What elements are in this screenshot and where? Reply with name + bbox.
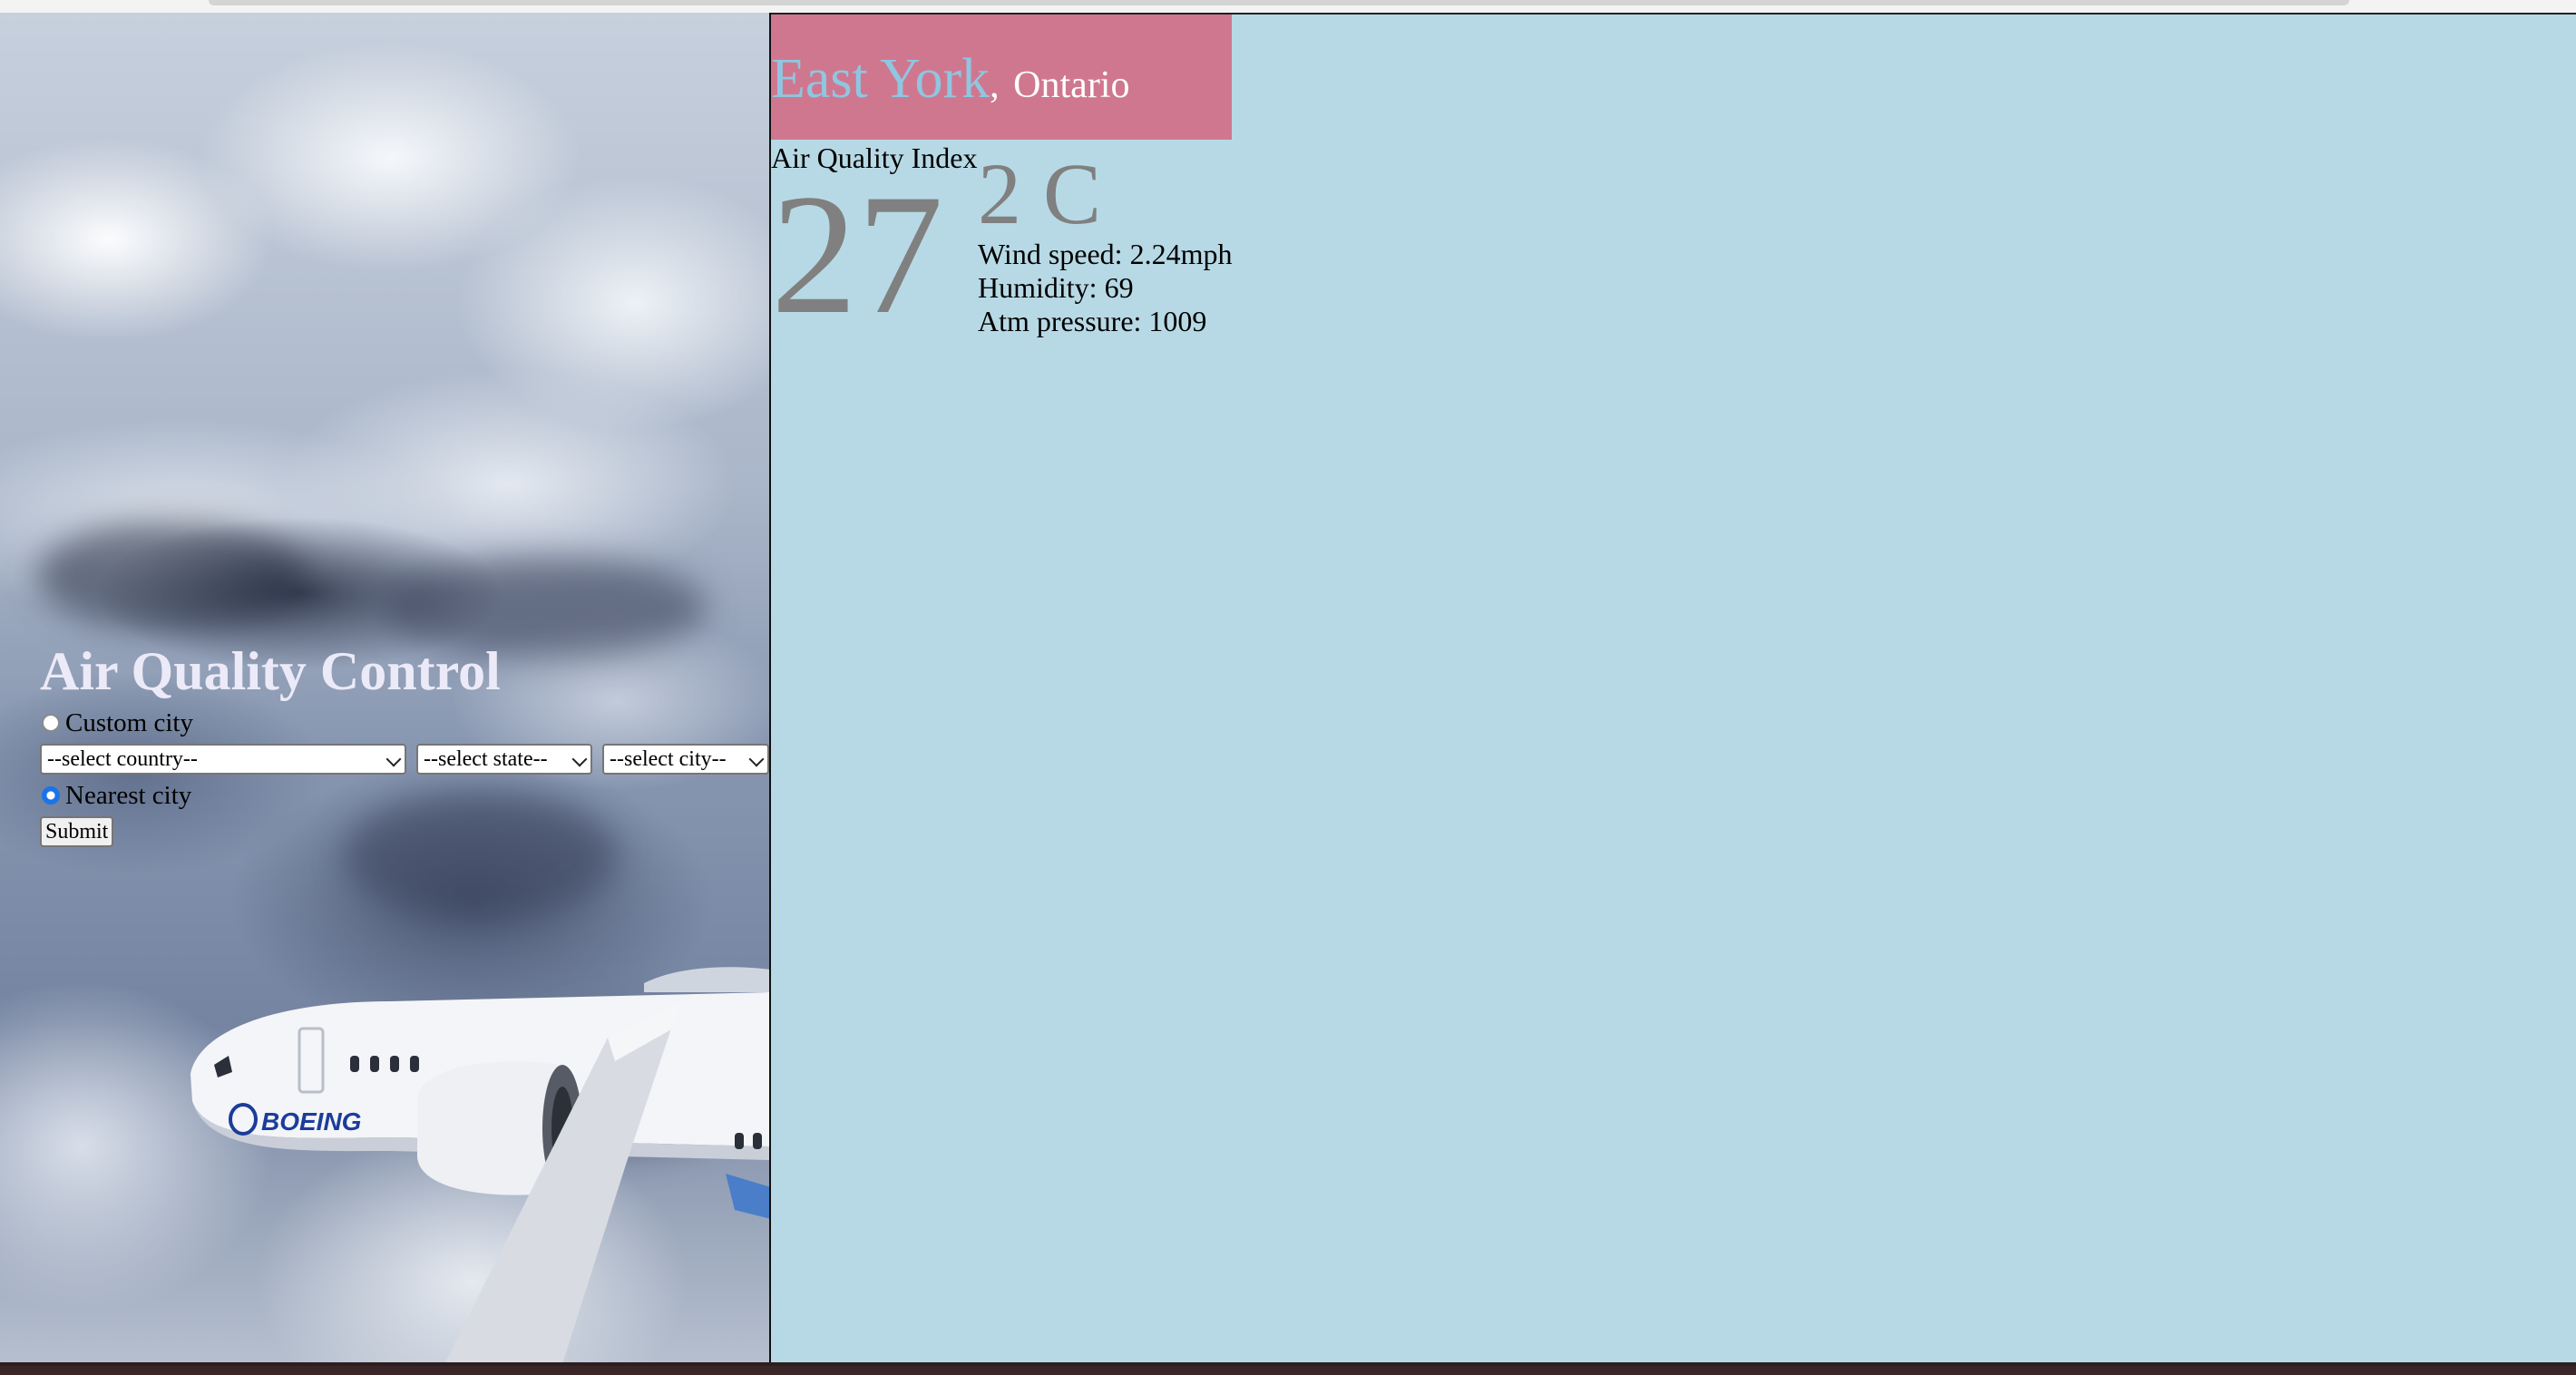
cloud-shadow [36,521,308,629]
nearest-city-option[interactable]: Nearest city [40,778,769,813]
aqi-value: 27 [771,160,943,350]
pressure: Atm pressure: 1009 [978,305,1207,337]
humidity: Humidity: 69 [978,271,1134,304]
wind-speed: Wind speed: 2.24mph [978,238,1233,270]
city-name: East York [771,48,990,110]
top-scrollbar[interactable] [0,0,2576,13]
chevron-down-icon [385,751,402,767]
window-bottom-edge [0,1362,2576,1375]
country-select-value: --select country-- [47,747,198,771]
airplane-image: BOEING [190,967,769,1362]
nearest-city-label: Nearest city [65,780,192,810]
city-select[interactable]: --select city-- [602,744,769,775]
nearest-city-radio[interactable] [42,786,60,805]
aqi-block: Air Quality Index 27 [771,141,978,341]
submit-button[interactable]: Submit [40,816,114,847]
location-separator: , [990,64,1000,106]
app-title: Air Quality Control [40,641,501,701]
chevron-down-icon [571,751,588,767]
state-select-value: --select state-- [424,747,548,771]
city-select-value: --select city-- [610,747,727,771]
location-header: East York, Ontario [771,15,1232,140]
custom-city-label: Custom city [65,707,193,737]
search-form: Air Quality Control Custom city --select… [40,639,769,847]
temperature: 2 C [978,145,1102,242]
custom-city-radio[interactable] [42,714,60,732]
state-select[interactable]: --select state-- [416,744,592,775]
top-scrollbar-thumb[interactable] [209,0,2349,5]
custom-city-option[interactable]: Custom city [40,706,769,740]
svg-text:BOEING: BOEING [261,1107,361,1136]
location-title: East York, Ontario [771,47,1129,117]
country-select[interactable]: --select country-- [40,744,406,775]
window-bottom-edge-inner [0,1366,2576,1375]
region-name: Ontario [1013,64,1130,106]
left-panel: BOEING Air Quality Control Custom city -… [0,13,769,1362]
chevron-down-icon [748,751,765,767]
weather-block: 2 C Wind speed: 2.24mph Humidity: 69 Atm… [978,151,1232,338]
location-selects: --select country-- --select state-- --se… [40,744,769,775]
result-panel: East York, Ontario Air Quality Index 27 … [771,13,2576,1362]
